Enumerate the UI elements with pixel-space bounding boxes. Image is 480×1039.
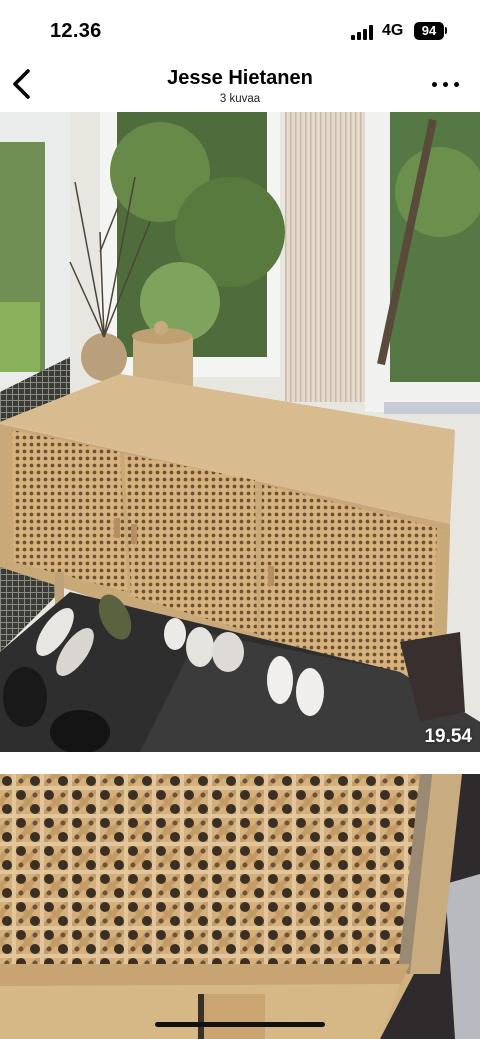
status-bar: 12.36 4G 94 [0, 0, 480, 58]
photo-sideboard[interactable]: 19.54 [0, 112, 480, 752]
photo-count: 3 kuvaa [219, 93, 261, 105]
more-button[interactable] [430, 72, 462, 96]
photo-separator [0, 752, 480, 774]
photo-cane-closeup[interactable] [0, 774, 480, 1039]
ellipsis-dot [454, 82, 459, 87]
sideboard-image [0, 112, 480, 752]
photo-timestamp: 19.54 [424, 726, 472, 747]
page-title[interactable]: Jesse Hietanen [0, 67, 480, 90]
battery-tip [445, 27, 447, 34]
network-type: 4G [382, 22, 404, 39]
home-indicator[interactable] [155, 1022, 325, 1027]
status-time: 12.36 [50, 20, 102, 42]
nav-bar: Jesse Hietanen 3 kuvaa [0, 58, 480, 112]
cane-closeup-image [0, 774, 480, 1039]
battery-icon: 94 [414, 22, 444, 40]
signal-icon [351, 24, 375, 40]
ellipsis-icon [432, 82, 437, 87]
ellipsis-dot [443, 82, 448, 87]
